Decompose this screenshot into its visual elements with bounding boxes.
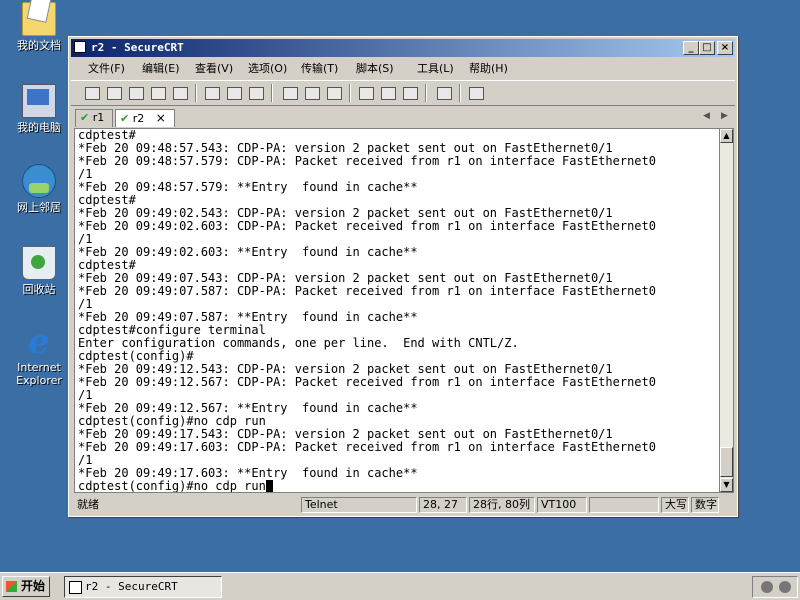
desktop-icon-label: 我的文档 bbox=[17, 39, 61, 52]
terminal-line: *Feb 20 09:49:02.603: CDP-PA: Packet rec… bbox=[78, 219, 656, 233]
desktop-icon-label: 我的电脑 bbox=[17, 121, 61, 134]
keypad-icon[interactable] bbox=[467, 85, 485, 101]
desktop-icon-my-computer[interactable]: 我的电脑 bbox=[4, 84, 74, 134]
scroll-thumb[interactable] bbox=[720, 447, 733, 477]
print-setup-icon[interactable] bbox=[281, 85, 299, 101]
status-terminal-size: 28行, 80列 bbox=[469, 497, 535, 513]
maximize-button[interactable]: □ bbox=[699, 41, 715, 55]
status-bar: 就绪 Telnet 28, 27 28行, 80列 VT100 大写 数字 bbox=[71, 496, 735, 514]
menu-options[interactable]: 选项(O) bbox=[245, 61, 290, 76]
status-cursor-position: 28, 27 bbox=[419, 497, 467, 513]
global-options-icon[interactable] bbox=[379, 85, 397, 101]
terminal-line: *Feb 20 09:49:02.603: **Entry found in c… bbox=[78, 245, 418, 259]
terminal-lines: cdptest# *Feb 20 09:48:57.543: CDP-PA: ve… bbox=[75, 129, 719, 480]
desktop-icon-label: Internet Explorer bbox=[4, 361, 74, 387]
terminal-line: *Feb 20 09:49:07.587: CDP-PA: Packet rec… bbox=[78, 284, 656, 298]
status-protocol: Telnet bbox=[301, 497, 417, 513]
terminal-line: *Feb 20 09:48:57.579: CDP-PA: Packet rec… bbox=[78, 154, 656, 168]
reconnect-icon[interactable] bbox=[149, 85, 167, 101]
taskbar: 开始 r2 - SecureCRT bbox=[0, 572, 800, 600]
desktop-icon-internet-explorer[interactable]: e Internet Explorer bbox=[4, 322, 74, 387]
menu-script[interactable]: 脚本(S) bbox=[353, 61, 397, 76]
tab-scroll-right-icon[interactable]: ▶ bbox=[721, 111, 728, 121]
desktop-icon-label: 回收站 bbox=[22, 283, 56, 296]
recycle-bin-icon bbox=[22, 246, 56, 280]
key-map-icon[interactable] bbox=[401, 85, 419, 101]
my-computer-icon bbox=[22, 84, 56, 118]
tray-network-icon[interactable] bbox=[761, 581, 773, 593]
app-icon bbox=[74, 41, 86, 53]
title-bar[interactable]: r2 - SecureCRT _ □ × bbox=[71, 39, 735, 57]
desktop-icon-network-places[interactable]: 网上邻居 bbox=[4, 164, 74, 214]
toolbar-separator bbox=[195, 84, 197, 102]
connected-check-icon: ✔ bbox=[120, 112, 130, 125]
tab-r1[interactable]: ✔ r1 bbox=[75, 109, 113, 127]
menu-bar: 文件(F) 编辑(E) 查看(V) 选项(O) 传输(T) 脚本(S) 工具(L… bbox=[71, 59, 735, 78]
system-tray bbox=[752, 576, 798, 598]
terminal-prompt-line: cdptest(config)#no cdp run bbox=[75, 479, 719, 493]
session-tabs: ✔ r1 ✔ r2 × ◀ ▶ bbox=[71, 107, 735, 127]
print-selection-icon[interactable] bbox=[303, 85, 321, 101]
securecrt-window: r2 - SecureCRT _ □ × 文件(F) 编辑(E) 查看(V) 选… bbox=[68, 36, 738, 517]
tab-label: r2 bbox=[132, 112, 145, 125]
internet-explorer-icon: e bbox=[28, 322, 50, 362]
terminal-output[interactable]: cdptest# *Feb 20 09:48:57.543: CDP-PA: ve… bbox=[74, 128, 720, 493]
status-empty bbox=[589, 497, 659, 513]
scroll-down-icon[interactable]: ▼ bbox=[720, 478, 733, 492]
desktop-icon-label-line: Internet bbox=[17, 361, 61, 374]
quick-connect-icon[interactable] bbox=[105, 85, 123, 101]
menu-view[interactable]: 查看(V) bbox=[192, 61, 236, 76]
menu-help[interactable]: 帮助(H) bbox=[466, 61, 511, 76]
start-button[interactable]: 开始 bbox=[2, 576, 50, 597]
desktop-icon-recycle-bin[interactable]: 回收站 bbox=[4, 246, 74, 296]
status-num-lock: 数字 bbox=[691, 497, 719, 513]
minimize-button[interactable]: _ bbox=[683, 41, 699, 55]
text-cursor bbox=[265, 480, 273, 492]
status-terminal-type: VT100 bbox=[537, 497, 587, 513]
my-documents-icon bbox=[22, 2, 56, 36]
help-icon[interactable] bbox=[435, 85, 453, 101]
tray-volume-icon[interactable] bbox=[779, 581, 791, 593]
connected-check-icon: ✔ bbox=[80, 111, 90, 124]
disconnect-icon[interactable] bbox=[171, 85, 189, 101]
toolbar-separator bbox=[425, 84, 427, 102]
tab-r2[interactable]: ✔ r2 × bbox=[115, 109, 175, 127]
terminal-line: *Feb 20 09:48:57.579: **Entry found in c… bbox=[78, 180, 418, 194]
status-caps-lock: 大写 bbox=[661, 497, 689, 513]
print-icon[interactable] bbox=[325, 85, 343, 101]
tab-scroll-left-icon[interactable]: ◀ bbox=[703, 111, 710, 121]
session-options-icon[interactable] bbox=[357, 85, 375, 101]
close-button[interactable]: × bbox=[717, 41, 733, 55]
find-icon[interactable] bbox=[247, 85, 265, 101]
taskbar-button-securecrt[interactable]: r2 - SecureCRT bbox=[64, 576, 222, 598]
network-places-icon bbox=[22, 164, 56, 198]
paste-icon[interactable] bbox=[225, 85, 243, 101]
menu-file[interactable]: 文件(F) bbox=[85, 61, 128, 76]
prompt-text: cdptest(config)#no cdp run bbox=[78, 479, 266, 493]
menu-transfer[interactable]: 传输(T) bbox=[298, 61, 341, 76]
toolbar-separator bbox=[349, 84, 351, 102]
close-tab-icon[interactable]: × bbox=[156, 111, 166, 125]
toolbar bbox=[71, 80, 735, 106]
connect-tab-icon[interactable] bbox=[127, 85, 145, 101]
menu-tools[interactable]: 工具(L) bbox=[414, 61, 457, 76]
desktop-icon-my-documents[interactable]: 我的文档 bbox=[4, 2, 74, 52]
vertical-scrollbar[interactable]: ▲ ▼ bbox=[720, 128, 734, 493]
window-title: r2 - SecureCRT bbox=[91, 41, 184, 54]
toolbar-separator bbox=[271, 84, 273, 102]
desktop-icon-label: 网上邻居 bbox=[17, 201, 61, 214]
desktop-icon-label-line: Explorer bbox=[16, 374, 62, 387]
scroll-up-icon[interactable]: ▲ bbox=[720, 129, 733, 143]
copy-icon[interactable] bbox=[203, 85, 221, 101]
connect-icon[interactable] bbox=[83, 85, 101, 101]
menu-edit[interactable]: 编辑(E) bbox=[139, 61, 183, 76]
terminal-line: *Feb 20 09:49:12.567: CDP-PA: Packet rec… bbox=[78, 375, 656, 389]
terminal-line: *Feb 20 09:49:17.603: CDP-PA: Packet rec… bbox=[78, 440, 656, 454]
toolbar-separator bbox=[459, 84, 461, 102]
status-ready: 就绪 bbox=[77, 498, 99, 511]
tab-label: r1 bbox=[92, 111, 105, 124]
